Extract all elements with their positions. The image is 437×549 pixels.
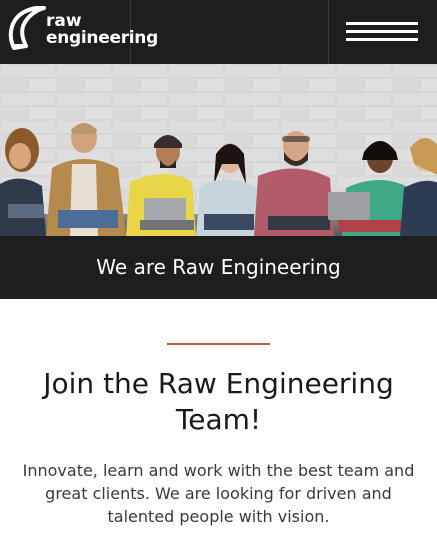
site-header: raw engineering ™	[0, 0, 437, 64]
site-logo-link[interactable]: raw engineering ™	[6, 6, 166, 56]
section-accent-line	[167, 343, 270, 345]
tagline-banner: We are Raw Engineering	[0, 236, 437, 299]
logo-text-engineering: engineering	[46, 28, 158, 48]
hamburger-menu-button[interactable]	[346, 22, 418, 42]
header-divider	[328, 0, 329, 64]
join-team-heading: Join the Raw Engineering Team!	[43, 367, 394, 436]
hero-team-photo	[0, 64, 437, 236]
raw-engineering-logo-mark-icon	[8, 6, 46, 50]
team-photo-illustration	[0, 64, 437, 236]
logo-trademark: ™	[153, 33, 158, 39]
tagline-text: We are Raw Engineering	[96, 254, 341, 279]
join-team-description: Innovate, learn and work with the best t…	[22, 461, 415, 526]
